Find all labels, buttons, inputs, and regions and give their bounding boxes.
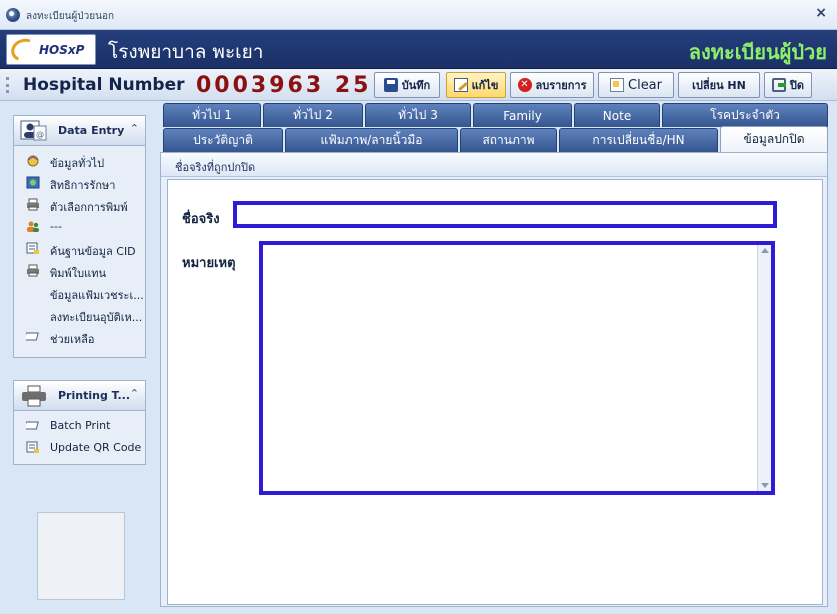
logo-text: HOSxP xyxy=(39,43,85,57)
clear-icon xyxy=(610,78,624,92)
close-button[interactable]: ปิด xyxy=(764,72,812,98)
general-info-icon xyxy=(27,155,39,167)
window-title: ลงทะเบียนผู้ป่วยนอก xyxy=(26,11,115,22)
nav-item-batch-print[interactable]: Batch Print xyxy=(14,415,145,437)
form-title: ลงทะเบียนผู้ป่วย xyxy=(688,40,827,64)
nav-group-printing: Printing T... ⌃ Batch Print Update QR Co… xyxy=(13,380,146,465)
window-title-bar: ลงทะเบียนผู้ป่วยนอก × xyxy=(0,0,837,30)
scroll-down-icon[interactable] xyxy=(761,483,769,488)
nav-item-accident-register[interactable]: ลงทะเบียนอุบัติเห... xyxy=(14,304,145,326)
save-button[interactable]: บันทึก xyxy=(374,72,440,98)
nav-item-rights[interactable]: สิทธิการรักษา xyxy=(14,172,145,194)
tab-photo-fingerprint[interactable]: แฟ้มภาพ/ลายนิ้วมือ xyxy=(285,128,458,152)
hn-value: 0003963 25 xyxy=(196,73,372,98)
tab-relative-history[interactable]: ประวัติญาติ xyxy=(163,128,283,152)
nav-items-printing: Batch Print Update QR Code xyxy=(14,411,145,459)
search-cid-icon xyxy=(26,242,39,254)
tab-content-hidden-info: ชื่อจริงที่ถูกปกปิด ชื่อจริง หมายเหตุ xyxy=(160,152,828,607)
edit-button[interactable]: แก้ไข xyxy=(446,72,506,98)
change-hn-button[interactable]: เปลี่ยน HN xyxy=(678,72,760,98)
svg-text:@: @ xyxy=(36,130,44,139)
qr-update-icon xyxy=(26,441,39,453)
logo-swoosh-icon xyxy=(8,35,40,64)
help-icon xyxy=(26,332,39,341)
nav-items-data-entry: ข้อมูลทั่วไป สิทธิการรักษา ตัวเลือกการพิ… xyxy=(14,146,145,348)
nav-item-medical-records[interactable]: ข้อมูลแฟ้มเวชระเ... xyxy=(14,282,145,304)
clear-button[interactable]: Clear xyxy=(598,72,674,98)
tab-general-3[interactable]: ทั่วไป 3 xyxy=(365,103,471,127)
tab-family[interactable]: Family xyxy=(473,103,572,127)
nav-header-printing[interactable]: Printing T... ⌃ xyxy=(14,381,145,411)
printer-icon xyxy=(27,198,39,211)
tab-general-2[interactable]: ทั่วไป 2 xyxy=(263,103,363,127)
rights-icon xyxy=(26,176,40,189)
scroll-up-icon[interactable] xyxy=(761,248,769,253)
app-icon xyxy=(6,8,20,22)
tab-status[interactable]: สถานภาพ xyxy=(460,128,557,152)
users-icon xyxy=(27,221,39,232)
delete-button[interactable]: ✕ ลบรายการ xyxy=(510,72,594,98)
print-substitute-icon xyxy=(27,264,39,277)
section-header: ชื่อจริงที่ถูกปกปิด xyxy=(161,153,827,177)
hidden-info-form: ชื่อจริง หมายเหตุ xyxy=(167,179,823,605)
header-banner: HOSxP โรงพยาบาล พะเยา ลงทะเบียนผู้ป่วย xyxy=(0,30,837,69)
real-name-label: ชื่อจริง xyxy=(182,212,220,227)
tab-chronic-disease[interactable]: โรคประจำตัว xyxy=(662,103,828,127)
photo-placeholder xyxy=(37,512,125,600)
exit-icon xyxy=(771,78,786,92)
real-name-input[interactable] xyxy=(233,201,777,228)
nav-item-separator[interactable]: --- xyxy=(14,216,145,238)
tab-note[interactable]: Note xyxy=(574,103,660,127)
remark-box xyxy=(259,241,775,495)
delete-icon: ✕ xyxy=(517,78,532,92)
collapse-chevron-icon[interactable]: ⌃ xyxy=(130,387,139,400)
section-title: ชื่อจริงที่ถูกปกปิด xyxy=(175,161,256,174)
batch-print-icon xyxy=(26,421,39,430)
save-icon xyxy=(383,78,398,92)
hn-toolbar: Hospital Number 0003963 25 บันทึก แก้ไข … xyxy=(0,69,837,101)
remark-scrollbar[interactable] xyxy=(757,245,771,491)
printer-group-icon xyxy=(22,385,46,407)
tab-hidden-info[interactable]: ข้อมูลปกปิด xyxy=(720,126,828,152)
hn-label: Hospital Number xyxy=(23,75,185,95)
toolbar-grip[interactable] xyxy=(6,77,9,93)
nav-group-data-entry: @ Data Entry ⌃ ข้อมูลทั่วไป สิทธิการรักษ… xyxy=(13,115,146,358)
user-card-icon: @ xyxy=(20,120,47,141)
collapse-chevron-icon[interactable]: ⌃ xyxy=(130,122,139,135)
nav-header-data-entry[interactable]: @ Data Entry ⌃ xyxy=(14,116,145,146)
edit-icon xyxy=(453,78,468,92)
nav-item-help[interactable]: ช่วยเหลือ xyxy=(14,326,145,348)
nav-item-general[interactable]: ข้อมูลทั่วไป xyxy=(14,150,145,172)
remark-textarea[interactable] xyxy=(263,245,757,491)
hosxp-logo: HOSxP xyxy=(6,34,96,65)
nav-item-print-substitute[interactable]: พิมพ์ใบแทน xyxy=(14,260,145,282)
close-window-icon[interactable]: × xyxy=(815,5,827,21)
hospital-name: โรงพยาบาล พะเยา xyxy=(108,41,264,63)
nav-item-search-cid[interactable]: ค้นฐานข้อมูล CID xyxy=(14,238,145,260)
tab-name-hn-change[interactable]: การเปลี่ยนชื่อ/HN xyxy=(559,128,718,152)
nav-item-update-qr[interactable]: Update QR Code xyxy=(14,437,145,459)
tab-general-1[interactable]: ทั่วไป 1 xyxy=(163,103,261,127)
nav-item-print-options[interactable]: ตัวเลือกการพิมพ์ xyxy=(14,194,145,216)
remark-label: หมายเหตุ xyxy=(182,256,236,271)
